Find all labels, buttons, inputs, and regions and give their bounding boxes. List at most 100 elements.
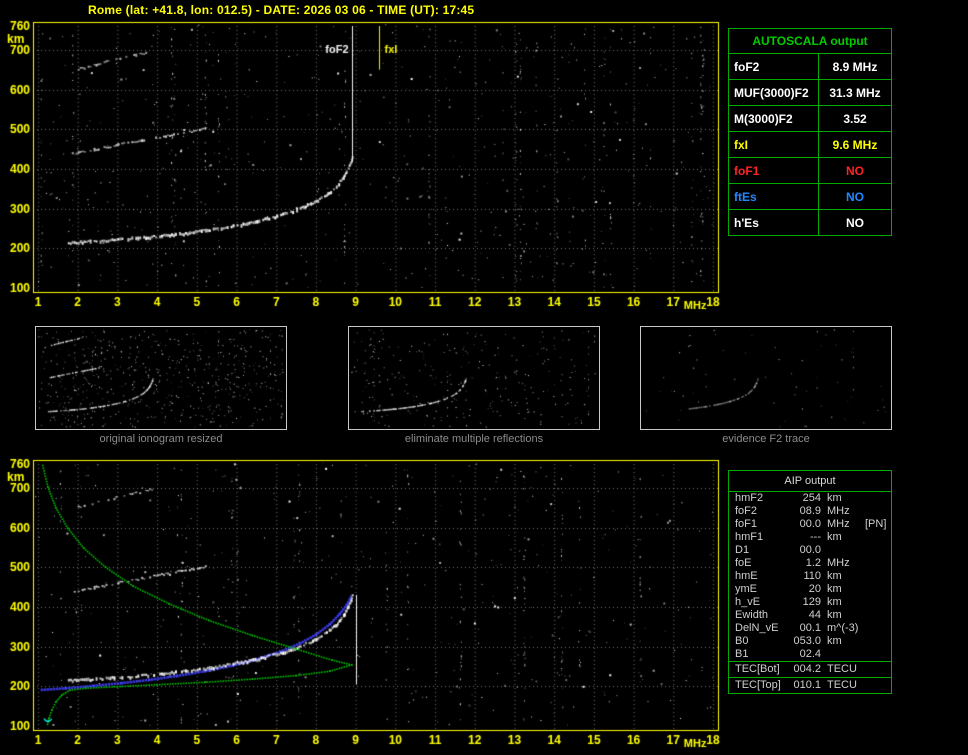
table-row-hmE: hmE 110 km bbox=[729, 570, 891, 583]
parameter-unit: km bbox=[827, 492, 842, 504]
parameter-unit: km bbox=[827, 570, 842, 582]
parameter-unit bbox=[825, 648, 863, 661]
parameter-extra bbox=[863, 557, 891, 570]
parameter-label: M(3000)F2 bbox=[729, 106, 819, 131]
table-row-hvE: h_vE 129 km bbox=[729, 596, 891, 609]
parameter-value: 129 bbox=[802, 596, 821, 608]
parameter-label: ymE bbox=[735, 583, 757, 595]
table-row-hEs: h'Es NO bbox=[729, 210, 891, 235]
parameter-label: foE bbox=[735, 557, 752, 569]
parameter-label: h'Es bbox=[729, 210, 819, 235]
profile-plot-canvas bbox=[0, 452, 730, 754]
table-row-foF2: foF2 08.9 MHz bbox=[729, 505, 891, 518]
parameter-extra bbox=[863, 492, 891, 505]
parameter-extra bbox=[863, 609, 891, 622]
thumbnail-caption: eliminate multiple reflections bbox=[404, 433, 544, 445]
table-row-TEC-top: TEC[Top] 010.1 TECU bbox=[729, 677, 891, 693]
parameter-extra bbox=[863, 583, 891, 596]
parameter-label: hmF2 bbox=[735, 492, 764, 504]
table-row-B0: B0 053.0 km bbox=[729, 635, 891, 648]
parameter-unit: TECU bbox=[827, 663, 857, 675]
aip-panel-title: AIP output bbox=[729, 471, 891, 492]
parameter-label: foF2 bbox=[729, 54, 819, 79]
parameter-value: 1.2 bbox=[805, 557, 821, 569]
parameter-label: DelN_vE bbox=[735, 622, 779, 634]
parameter-label: ftEs bbox=[729, 184, 819, 209]
parameter-value: 254 bbox=[802, 492, 821, 504]
parameter-value: 00.0 bbox=[799, 518, 821, 530]
table-row-foF1: foF1 NO bbox=[729, 158, 891, 184]
thumbnail-original-ionogram bbox=[35, 326, 287, 430]
parameter-label: TEC[Bot] bbox=[735, 663, 780, 675]
table-row-hmF1: hmF1 --- km bbox=[729, 531, 891, 544]
parameter-value: 004.2 bbox=[793, 663, 821, 675]
parameter-unit: km bbox=[827, 635, 842, 647]
table-row-Ewidth: Ewidth 44 km bbox=[729, 609, 891, 622]
parameter-unit bbox=[825, 544, 863, 557]
table-row-hmF2: hmF2 254 km bbox=[729, 492, 891, 505]
table-row-foF1: foF1 00.0 MHz [PN] bbox=[729, 518, 891, 531]
parameter-label: hmF1 bbox=[735, 531, 764, 543]
parameter-extra bbox=[863, 570, 891, 583]
parameter-value: 110 bbox=[803, 570, 821, 582]
parameter-label: hmE bbox=[735, 570, 758, 582]
parameter-extra bbox=[863, 505, 891, 518]
parameter-label: h_vE bbox=[735, 596, 761, 608]
table-row-ymE: ymE 20 km bbox=[729, 583, 891, 596]
parameter-extra bbox=[863, 622, 891, 635]
parameter-unit: km bbox=[827, 596, 842, 608]
parameter-label: foF1 bbox=[735, 518, 758, 530]
parameter-unit: MHz bbox=[827, 518, 850, 530]
parameter-extra bbox=[863, 648, 891, 661]
parameter-value: 053.0 bbox=[793, 635, 821, 647]
parameter-label: MUF(3000)F2 bbox=[729, 80, 819, 105]
parameter-label: TEC[Top] bbox=[735, 679, 781, 691]
parameter-label: foF2 bbox=[735, 505, 758, 517]
parameter-unit: MHz bbox=[827, 557, 850, 569]
parameter-value: 44 bbox=[808, 609, 821, 621]
parameter-unit: km bbox=[827, 531, 842, 543]
table-row-TEC-bottom: TEC[Bot] 004.2 TECU bbox=[729, 661, 891, 677]
parameter-value: NO bbox=[846, 215, 864, 230]
aip-output-panel: AIP output hmF2 254 km foF2 08.9 MHz foF… bbox=[728, 470, 892, 694]
parameter-label: fxI bbox=[729, 132, 819, 157]
parameter-value: 010.1 bbox=[793, 679, 821, 691]
parameter-unit: km bbox=[827, 583, 842, 595]
parameter-extra bbox=[863, 544, 891, 557]
thumbnail-canvas bbox=[349, 327, 599, 429]
parameter-value: 00.1 bbox=[799, 622, 821, 634]
thumbnail-caption: original ionogram resized bbox=[99, 433, 223, 445]
parameter-unit: TECU bbox=[827, 679, 857, 691]
thumbnail-canvas bbox=[641, 327, 891, 429]
parameter-value: 00.0 bbox=[799, 544, 821, 556]
thumbnail-caption: evidence F2 trace bbox=[722, 433, 810, 445]
parameter-label: Ewidth bbox=[735, 609, 769, 621]
table-row-MUF3000F2: MUF(3000)F2 31.3 MHz bbox=[729, 80, 891, 106]
parameter-label: B0 bbox=[735, 635, 749, 647]
parameter-extra bbox=[863, 531, 891, 544]
parameter-value: 31.3 MHz bbox=[829, 85, 881, 100]
parameter-label: B1 bbox=[735, 648, 749, 660]
parameter-extra bbox=[863, 596, 891, 609]
parameter-label: D1 bbox=[735, 544, 750, 556]
parameter-value: 08.9 bbox=[799, 505, 821, 517]
table-row-foE: foE 1.2 MHz bbox=[729, 557, 891, 570]
parameter-value: 8.9 MHz bbox=[832, 59, 878, 74]
autoscala-app-window: { "header": { "title": "Rome (lat: +41.8… bbox=[0, 0, 968, 755]
table-row-fxI: fxI 9.6 MHz bbox=[729, 132, 891, 158]
parameter-value: 20 bbox=[808, 583, 821, 595]
parameter-value: 02.4 bbox=[799, 648, 821, 660]
parameter-unit: m^(-3) bbox=[827, 622, 859, 634]
parameter-unit: MHz bbox=[827, 505, 850, 517]
parameter-value: NO bbox=[846, 189, 864, 204]
table-row-ftEs: ftEs NO bbox=[729, 184, 891, 210]
table-row-foF2: foF2 8.9 MHz bbox=[729, 54, 891, 80]
parameter-value: 3.52 bbox=[843, 111, 867, 126]
thumbnail-f2-trace-evidence bbox=[640, 326, 892, 430]
parameter-value: 9.6 MHz bbox=[832, 137, 878, 152]
autoscala-panel-title: AUTOSCALA output bbox=[729, 29, 891, 54]
parameter-value: NO bbox=[846, 163, 864, 178]
table-row-DelN-vE: DelN_vE 00.1 m^(-3) bbox=[729, 622, 891, 635]
ionogram-plot-canvas bbox=[0, 14, 730, 314]
parameter-label: foF1 bbox=[729, 158, 819, 183]
